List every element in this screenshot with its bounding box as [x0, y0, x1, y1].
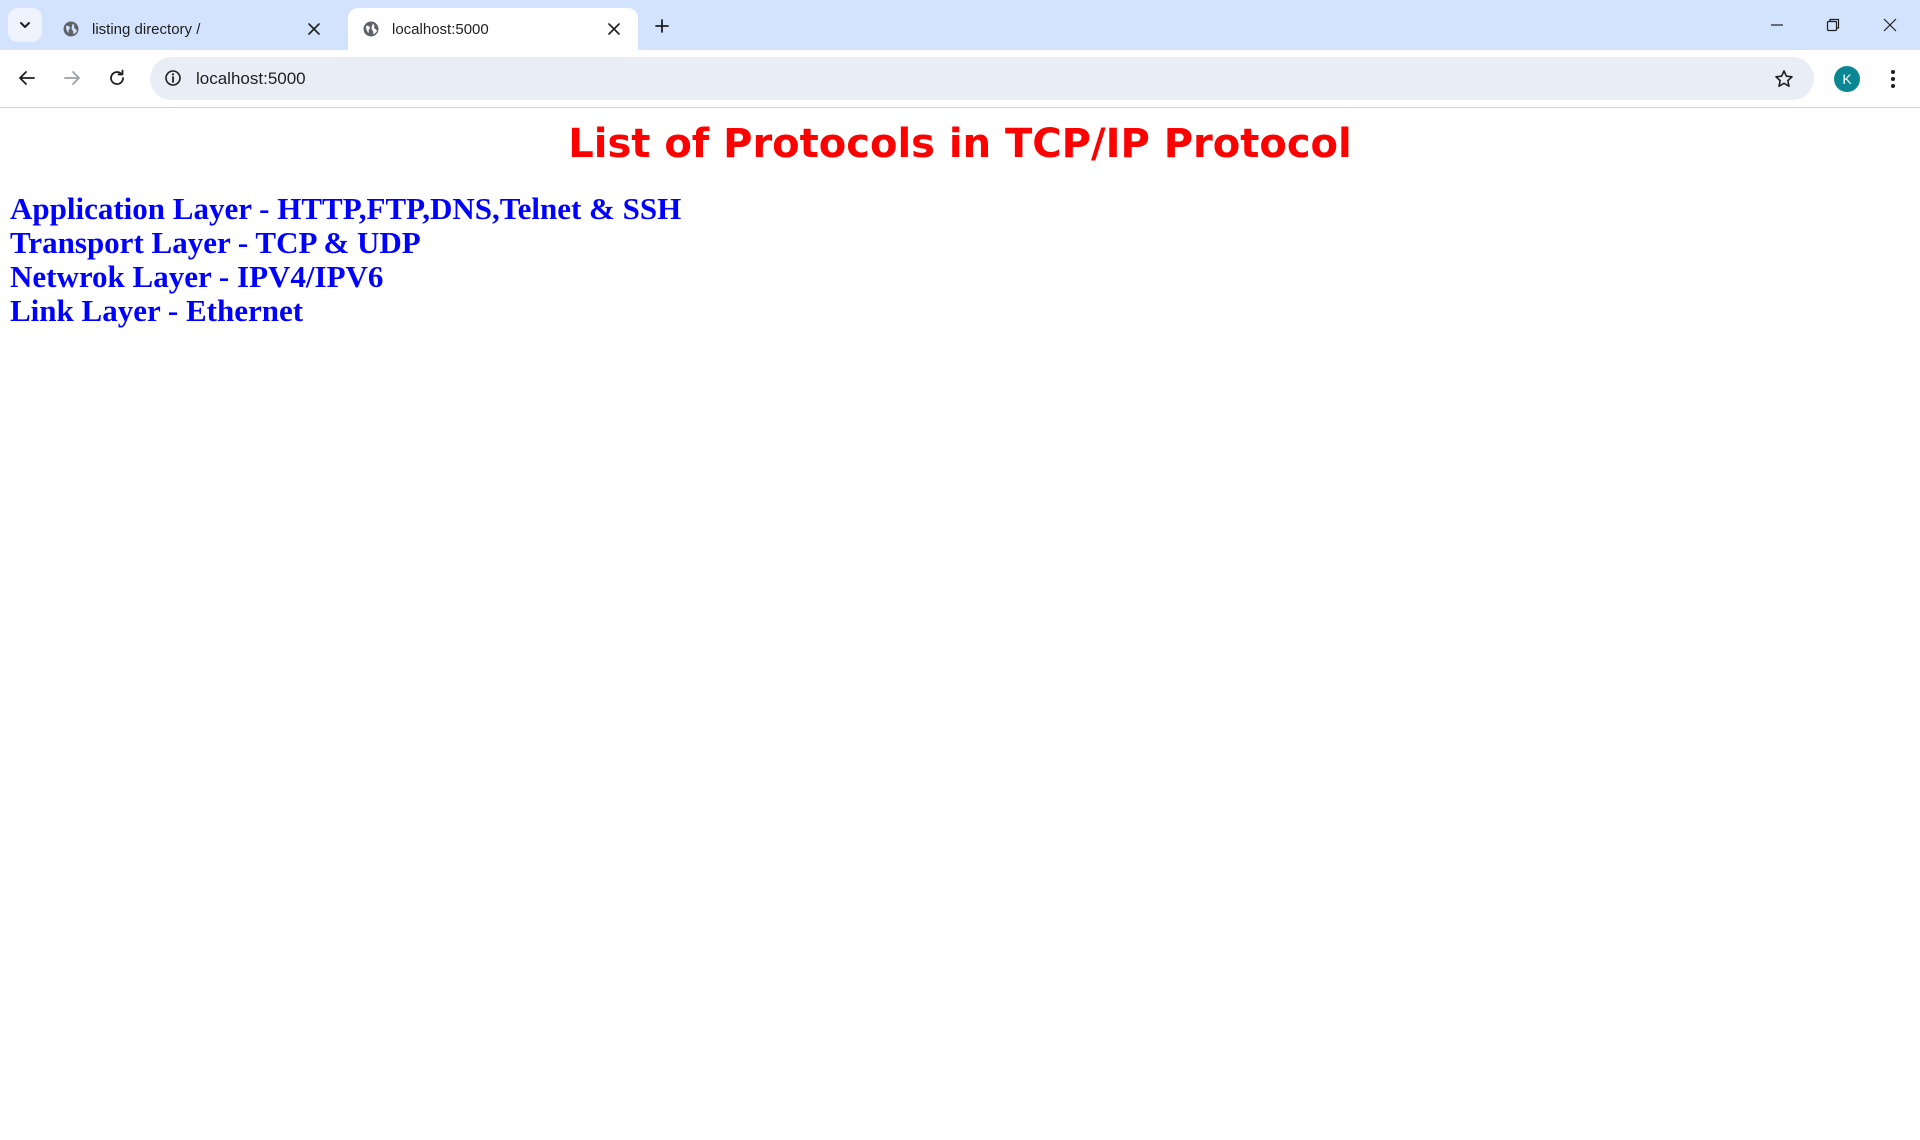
bookmark-star-icon[interactable]	[1770, 65, 1798, 93]
chevron-down-icon	[20, 22, 30, 28]
more-vertical-icon	[1891, 70, 1895, 88]
tab-localhost[interactable]: localhost:5000	[348, 8, 638, 50]
close-window-button[interactable]	[1862, 0, 1918, 50]
avatar-initial: K	[1842, 71, 1852, 87]
tab-strip: listing directory / localhost:5000	[0, 0, 1920, 50]
close-icon	[1883, 18, 1897, 32]
list-item: Netwrok Layer - IPV4/IPV6	[10, 259, 384, 294]
browser-menu-button[interactable]	[1878, 64, 1908, 94]
page-content: List of Protocols in TCP/IP Protocol App…	[0, 108, 1920, 1140]
close-icon[interactable]	[602, 17, 626, 41]
new-tab-button[interactable]	[648, 12, 676, 40]
profile-avatar[interactable]: K	[1834, 66, 1860, 92]
back-button[interactable]	[9, 60, 45, 96]
site-info-icon[interactable]	[162, 67, 184, 89]
reload-icon	[110, 69, 124, 85]
close-icon[interactable]	[302, 17, 326, 41]
list-item: Transport Layer - TCP & UDP	[10, 225, 421, 260]
plus-icon	[655, 19, 669, 33]
restore-button[interactable]	[1805, 0, 1861, 50]
tab-title: listing directory /	[92, 20, 201, 38]
tab-listing-directory[interactable]: listing directory /	[48, 8, 338, 50]
minimize-icon	[1771, 24, 1783, 26]
address-text[interactable]: localhost:5000	[196, 57, 306, 100]
protocol-list: Application Layer - HTTP,FTP,DNS,Telnet …	[10, 192, 681, 328]
globe-icon	[62, 20, 80, 38]
browser-toolbar: localhost:5000	[0, 50, 1920, 108]
list-item: Link Layer - Ethernet	[10, 293, 304, 328]
tab-search-button[interactable]	[8, 8, 42, 42]
minimize-button[interactable]	[1749, 0, 1805, 50]
forward-button[interactable]	[54, 60, 90, 96]
reload-button[interactable]	[99, 60, 135, 96]
page-title: List of Protocols in TCP/IP Protocol	[568, 121, 1352, 167]
restore-icon	[1826, 18, 1840, 32]
globe-icon	[362, 20, 380, 38]
arrow-right-icon	[64, 71, 80, 85]
tab-title: localhost:5000	[392, 20, 489, 38]
arrow-left-icon	[19, 71, 35, 85]
address-bar[interactable]: localhost:5000	[150, 57, 1814, 100]
list-item: Application Layer - HTTP,FTP,DNS,Telnet …	[10, 191, 682, 226]
